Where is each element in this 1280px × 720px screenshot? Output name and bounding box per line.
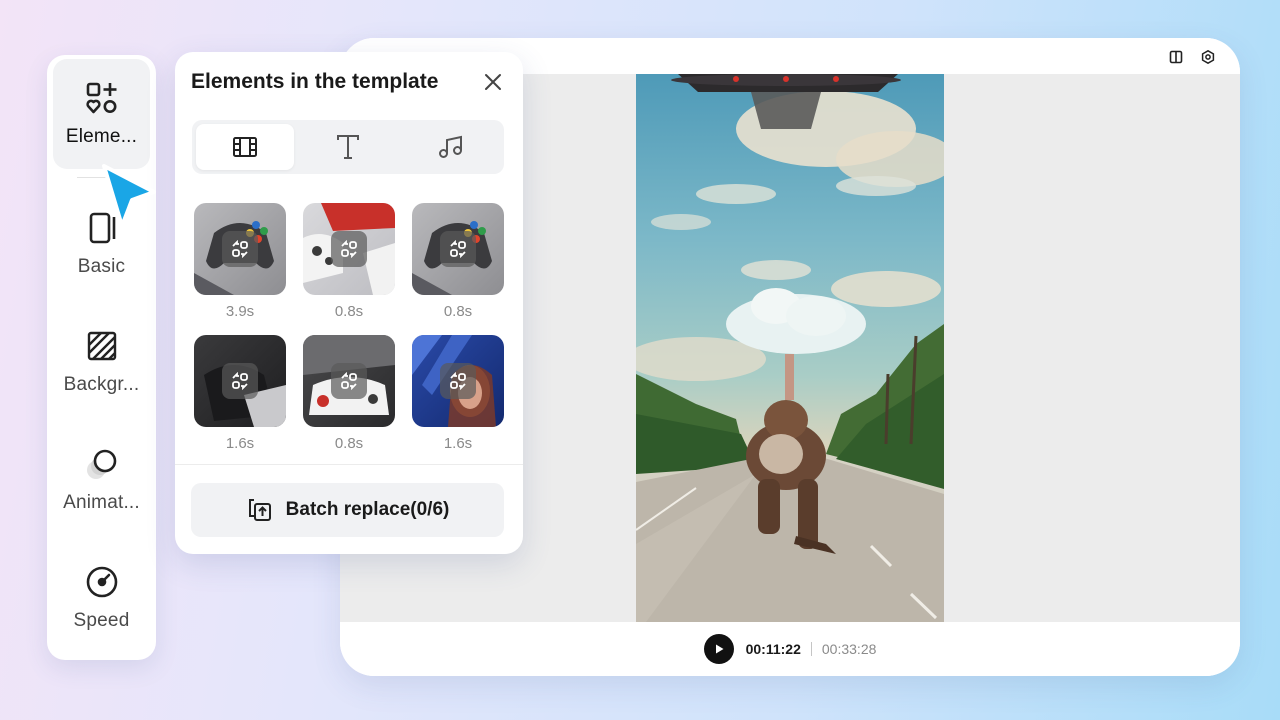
panel-divider bbox=[175, 464, 523, 465]
element-thumbnail-4[interactable] bbox=[194, 335, 286, 427]
tab-video[interactable] bbox=[196, 124, 294, 170]
element-duration-5: 0.8s bbox=[334, 435, 364, 452]
replace-icon bbox=[341, 240, 357, 258]
element-thumbnail-3[interactable] bbox=[412, 203, 504, 295]
rail-item-animation[interactable]: Animat... bbox=[53, 425, 150, 535]
replace-badge bbox=[331, 363, 367, 399]
element-thumbnail-5[interactable] bbox=[303, 335, 395, 427]
panel-title: Elements in the template bbox=[191, 70, 439, 93]
elements-panel: Elements in the template 3.9s 0.8s 0.8s … bbox=[175, 52, 523, 554]
total-time: 00:33:28 bbox=[821, 641, 877, 657]
replace-badge bbox=[222, 363, 258, 399]
rail-label-basic: Basic bbox=[77, 256, 126, 277]
replace-badge bbox=[440, 231, 476, 267]
element-thumbnail-6[interactable] bbox=[412, 335, 504, 427]
time-separator bbox=[810, 642, 812, 656]
animation-icon bbox=[84, 446, 120, 482]
tool-rail: Eleme... Basic Backgr... Animat... Speed bbox=[47, 55, 156, 660]
element-thumbnail-2[interactable] bbox=[303, 203, 395, 295]
replace-icon bbox=[450, 372, 466, 390]
basic-icon bbox=[84, 210, 120, 246]
video-film-icon bbox=[233, 137, 257, 157]
batch-replace-icon bbox=[248, 499, 271, 521]
element-duration-4: 1.6s bbox=[225, 435, 255, 452]
batch-replace-button[interactable]: Batch replace(0/6) bbox=[191, 483, 504, 537]
settings-icon[interactable] bbox=[1201, 50, 1215, 64]
batch-replace-label: Batch replace(0/6) bbox=[285, 499, 450, 520]
rail-item-background[interactable]: Backgr... bbox=[53, 307, 150, 417]
element-duration-6: 1.6s bbox=[443, 435, 473, 452]
playback-bar: 00:11:22 00:33:28 bbox=[340, 622, 1240, 676]
text-icon bbox=[337, 135, 359, 159]
element-duration-3: 0.8s bbox=[443, 303, 473, 320]
rail-label-animation: Animat... bbox=[63, 492, 140, 513]
play-icon bbox=[715, 644, 724, 654]
close-icon[interactable] bbox=[483, 72, 503, 92]
replace-badge bbox=[440, 363, 476, 399]
replace-icon bbox=[341, 372, 357, 390]
rail-label-background: Backgr... bbox=[63, 374, 140, 395]
rail-item-elements[interactable]: Eleme... bbox=[53, 59, 150, 169]
tab-music[interactable] bbox=[402, 124, 500, 170]
replace-icon bbox=[232, 240, 248, 258]
tab-text[interactable] bbox=[299, 124, 397, 170]
video-preview[interactable] bbox=[636, 74, 944, 622]
rail-divider bbox=[77, 177, 127, 178]
elements-icon bbox=[84, 80, 120, 116]
background-icon bbox=[84, 328, 120, 364]
rail-item-basic[interactable]: Basic bbox=[53, 189, 150, 299]
replace-badge bbox=[331, 231, 367, 267]
rail-item-speed[interactable]: Speed bbox=[53, 543, 150, 653]
dinosaur-road-scene bbox=[636, 74, 944, 622]
replace-icon bbox=[450, 240, 466, 258]
rail-label-elements: Eleme... bbox=[65, 126, 138, 147]
element-type-tabs bbox=[192, 120, 504, 174]
element-thumbnail-1[interactable] bbox=[194, 203, 286, 295]
current-time: 00:11:22 bbox=[745, 641, 801, 657]
replace-icon bbox=[232, 372, 248, 390]
play-button[interactable] bbox=[703, 634, 734, 664]
replace-badge bbox=[222, 231, 258, 267]
music-icon bbox=[439, 135, 462, 158]
speed-icon bbox=[84, 564, 120, 600]
element-duration-1: 3.9s bbox=[225, 303, 255, 320]
element-duration-2: 0.8s bbox=[334, 303, 364, 320]
split-view-icon[interactable] bbox=[1169, 50, 1183, 64]
rail-label-speed: Speed bbox=[73, 610, 130, 631]
